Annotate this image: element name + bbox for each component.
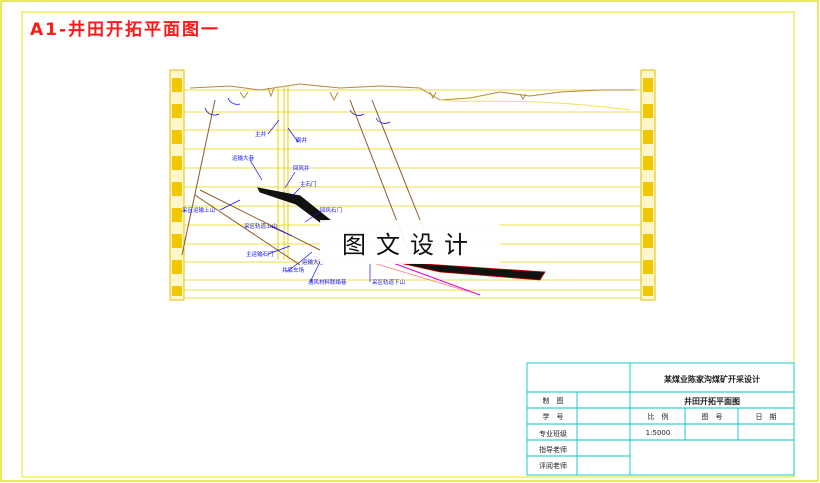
annotation-label: 采区运输上山 <box>182 206 215 214</box>
annotation-label: 主运输石门 <box>246 250 274 258</box>
annotation-label: 副井 <box>296 136 308 144</box>
label-class: 专业班级 <box>539 430 567 438</box>
drawing-name: 井田开拓平面图 <box>684 397 740 406</box>
level-lines <box>184 89 641 299</box>
watermark: 图文设计 <box>320 220 500 264</box>
annotation-label: 回风石门 <box>320 206 342 214</box>
label-advisor: 指导老师 <box>539 446 567 454</box>
annotation-label: 采区轨道上山 <box>244 222 277 230</box>
annotation-label: 主井 <box>255 130 267 138</box>
surface-contour <box>439 99 631 111</box>
ground-surface <box>189 83 635 101</box>
page-title: A1-井田开拓平面图一 <box>30 20 221 40</box>
right-elevation-scale <box>640 69 656 301</box>
label-student-id: 学 号 <box>542 413 564 421</box>
coal-seam-lower <box>394 261 546 281</box>
angle-marks <box>204 97 391 124</box>
annotation-label: 采区轨道下山 <box>372 278 405 286</box>
label-date: 日 期 <box>755 413 777 421</box>
label-sheet: 图 号 <box>701 413 723 421</box>
annotation-label: 井底车场 <box>282 266 305 274</box>
coal-seam-upper <box>257 187 332 223</box>
label-scale: 比 例 <box>647 413 669 421</box>
label-drafter: 制 图 <box>542 397 564 405</box>
annotation-label: 通风材料联络巷 <box>308 278 347 286</box>
annotation-label: 运输大巷 <box>232 154 255 162</box>
scale-value: 1:5000 <box>645 429 671 437</box>
left-elevation-scale <box>169 69 185 301</box>
label-reviewer: 评阅老师 <box>539 462 567 470</box>
annotation-label: 主石门 <box>300 180 317 188</box>
project-name: 某煤业陈家沟煤矿开采设计 <box>664 375 760 384</box>
annotation-label: 回风井 <box>293 164 310 172</box>
